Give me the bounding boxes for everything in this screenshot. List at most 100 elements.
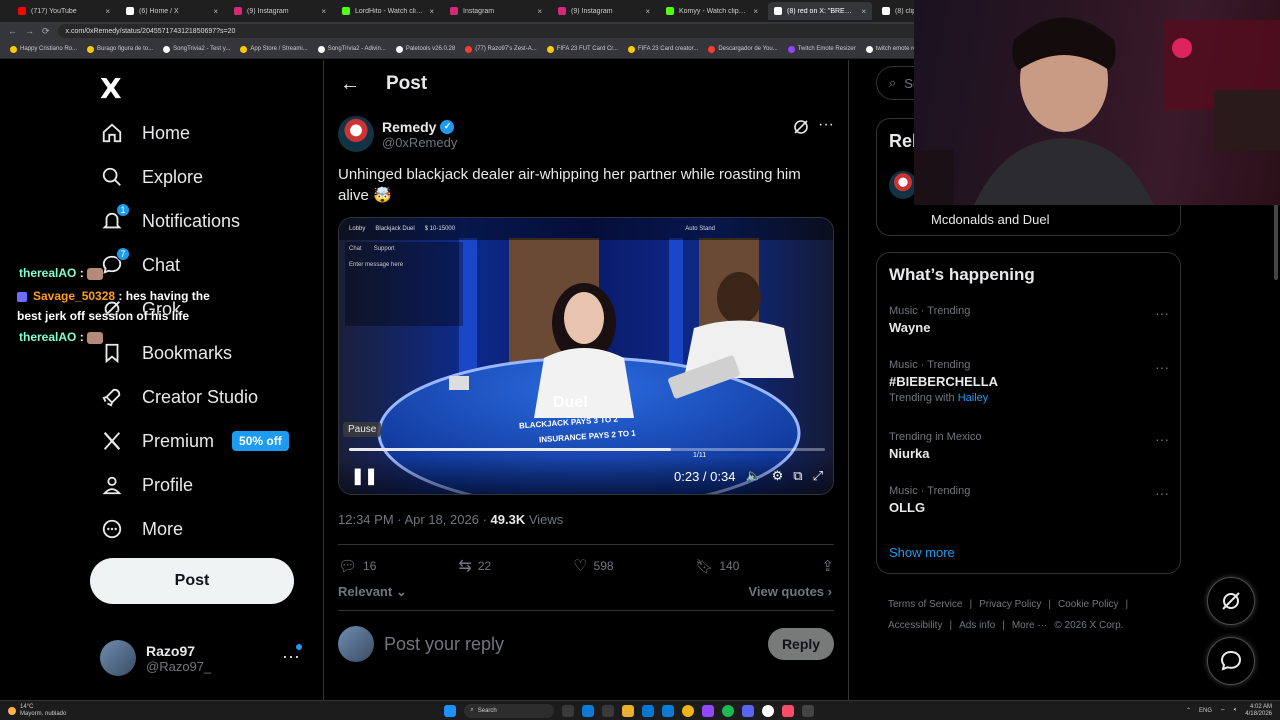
more-horizontal-icon[interactable]: ··· <box>1155 431 1169 447</box>
bookmark-item[interactable]: FIFA 23 FUT Card Cr... <box>546 45 618 53</box>
bookmark-item[interactable]: FIFA 23 Card creator... <box>627 45 698 53</box>
wifi-icon[interactable]: ⌔ <box>1220 707 1226 715</box>
post-author[interactable]: Remedy ✓ @0xRemedy <box>338 116 457 152</box>
trend-item[interactable]: Music · Trending OLLG ··· <box>889 485 1169 515</box>
fullscreen-icon[interactable]: ⤢ <box>813 468 823 484</box>
reload-icon[interactable]: ⟳ <box>42 26 50 37</box>
nav-item-chat[interactable]: 7 Chat <box>100 247 180 280</box>
browser-tab[interactable]: Instagram × <box>444 2 548 20</box>
bookmark-item[interactable]: twitch emote re <box>865 45 916 53</box>
twitch-icon[interactable] <box>702 704 715 717</box>
nav-item-more[interactable]: More <box>100 514 183 544</box>
bookmark-item[interactable]: Descargador de You... <box>708 45 778 53</box>
like-action[interactable]: ♡ 598 <box>573 556 613 576</box>
more-horizontal-icon[interactable]: ··· <box>818 116 834 134</box>
repost-action[interactable]: ⇆ 22 <box>458 556 491 576</box>
widgets-icon[interactable] <box>602 704 615 717</box>
nav-item-home[interactable]: Home <box>100 118 190 148</box>
settings-gear-icon[interactable]: ⚙ <box>772 468 784 484</box>
browser-tab[interactable]: LordHito - Watch clips on X × <box>336 2 440 20</box>
settings-icon[interactable] <box>802 704 815 717</box>
bookmark-item[interactable]: Paletools v26.0.28 <box>395 45 455 53</box>
share-action[interactable]: ⇪ <box>821 557 834 575</box>
account-switcher[interactable]: Razo97 @Razo97_ ··· <box>100 638 310 678</box>
bookmark-action[interactable]: 🔖︎ 140 <box>696 558 740 575</box>
trend-with-link[interactable]: Hailey <box>958 392 989 404</box>
nav-item-premium[interactable]: Premium 50% off <box>100 426 289 456</box>
bookmark-item[interactable]: SongTrivia2 - Test y... <box>163 45 230 53</box>
chat-fab[interactable] <box>1207 637 1255 685</box>
scrollbar-thumb[interactable] <box>1274 204 1278 280</box>
music-icon[interactable] <box>782 704 795 717</box>
browser-tab[interactable]: (6) Home / X × <box>120 2 224 20</box>
close-icon[interactable]: × <box>753 7 758 16</box>
avatar[interactable] <box>338 116 374 152</box>
reply-input[interactable]: Post your reply <box>384 634 758 655</box>
footer-link[interactable]: Terms of Service <box>888 599 962 610</box>
more-horizontal-icon[interactable]: ··· <box>1155 305 1169 321</box>
clock-date[interactable]: 4/18/2026 <box>1245 711 1272 718</box>
file-explorer-icon[interactable] <box>622 704 635 717</box>
x-logo[interactable]: X <box>100 72 122 105</box>
post-button[interactable]: Post <box>90 558 294 604</box>
nav-item-explore[interactable]: Explore <box>100 162 203 192</box>
nav-item-profile[interactable]: Profile <box>100 470 193 500</box>
chrome-icon[interactable] <box>682 704 695 717</box>
browser-tab[interactable]: (9) Instagram × <box>228 2 332 20</box>
reply-button[interactable]: Reply <box>768 628 834 660</box>
nav-item-notifications[interactable]: 1 Notifications <box>100 203 240 236</box>
sort-dropdown[interactable]: Relevant ⌄ <box>338 584 407 600</box>
bookmark-item[interactable]: App Store / Streami... <box>240 45 308 53</box>
spotify-icon[interactable] <box>722 704 735 717</box>
browser-tab[interactable]: (9) Instagram × <box>552 2 656 20</box>
close-icon[interactable]: × <box>861 7 866 16</box>
forward-arrow-icon[interactable]: → <box>25 26 34 36</box>
grok-fab[interactable] <box>1207 577 1255 625</box>
trend-item[interactable]: Trending in Mexico Niurka ··· <box>889 431 1169 461</box>
timestamp-link[interactable]: 12:34 PM · Apr 18, 2026 <box>338 512 479 527</box>
author-name[interactable]: Remedy <box>382 119 436 135</box>
bookmark-item[interactable]: Twitch Emote Resizer <box>787 45 856 53</box>
mail-icon[interactable] <box>662 704 675 717</box>
nav-item-bookmarks[interactable]: Bookmarks <box>100 338 232 368</box>
close-icon[interactable]: × <box>645 7 650 16</box>
bookmark-item[interactable]: SongTrivia2 - Adivin... <box>317 45 386 53</box>
more-horizontal-icon[interactable]: ··· <box>1155 359 1169 375</box>
back-arrow-icon[interactable]: ← <box>8 26 17 36</box>
back-arrow-icon[interactable]: ← <box>340 73 360 96</box>
footer-link[interactable]: © 2026 X Corp. <box>1054 620 1123 631</box>
more-horizontal-icon[interactable]: ··· <box>1155 485 1169 501</box>
windows-start-icon[interactable] <box>444 704 457 717</box>
video-progress-bar[interactable] <box>349 448 825 451</box>
picture-in-picture-icon[interactable]: ⧉ <box>793 468 802 484</box>
task-view-icon[interactable] <box>562 704 575 717</box>
trend-item[interactable]: Music · Trending Wayne ··· <box>889 305 1169 335</box>
reply-action[interactable]: 💬︎ 16 <box>338 557 376 575</box>
obs-icon[interactable] <box>762 704 775 717</box>
browser-tab[interactable]: Komyy - Watch clips on X × <box>660 2 764 20</box>
more-horizontal-icon[interactable]: ··· <box>282 646 300 667</box>
browser-tab[interactable]: (8) red on X: "BREAKING × <box>768 2 872 20</box>
store-icon[interactable] <box>642 704 655 717</box>
bookmark-item[interactable]: Happy Cristiano Ro... <box>10 45 77 53</box>
url-field[interactable]: x.com/0xRemedy/status/204557174312185069… <box>57 24 938 38</box>
bookmark-item[interactable]: (77) Razo97's Zest-A... <box>465 45 537 53</box>
taskbar-search[interactable]: ⌕ Search <box>464 703 555 718</box>
trend-item[interactable]: Music · Trending #BIEBERCHELLA Trending wi… <box>889 359 1169 404</box>
grok-icon[interactable] <box>792 118 810 136</box>
footer-link[interactable]: Ads info <box>959 620 995 631</box>
close-icon[interactable]: × <box>321 7 326 16</box>
footer-link[interactable]: More ··· <box>1012 620 1048 631</box>
close-icon[interactable]: × <box>429 7 434 16</box>
show-more-link[interactable]: Show more <box>889 545 955 560</box>
view-quotes-link[interactable]: View quotes › <box>748 584 832 599</box>
discord-icon[interactable] <box>742 704 755 717</box>
clock-time[interactable]: 4:02 AM <box>1245 704 1272 711</box>
bookmark-item[interactable]: Burago figura de to... <box>87 45 153 53</box>
author-handle[interactable]: @0xRemedy <box>382 135 457 150</box>
speaker-icon[interactable]: 🔈︎ <box>1234 707 1238 714</box>
volume-icon[interactable]: 🔈 <box>745 468 761 484</box>
footer-link[interactable]: Privacy Policy <box>979 599 1041 610</box>
pause-icon[interactable]: ❚❚ <box>351 466 378 486</box>
language-indicator[interactable]: ENG <box>1199 708 1212 714</box>
